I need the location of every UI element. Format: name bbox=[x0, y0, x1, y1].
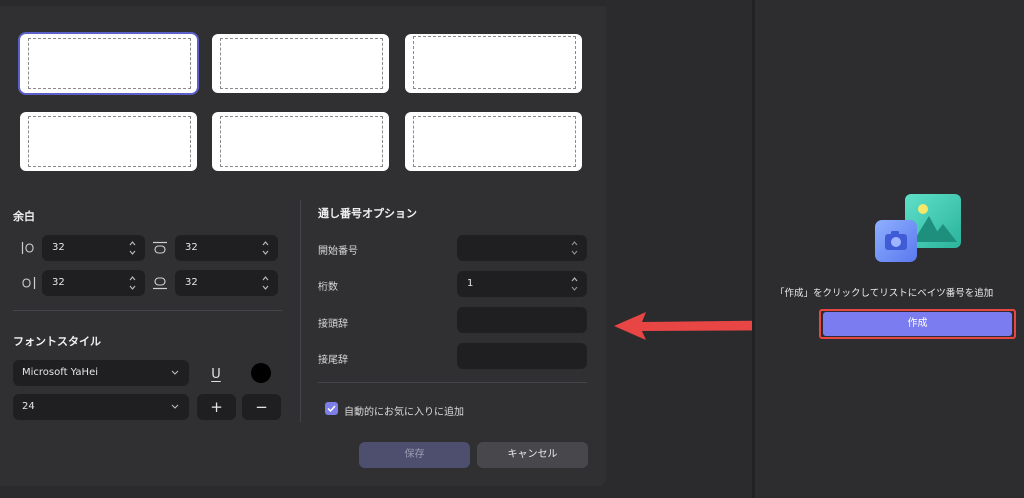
font-size-value: 24 bbox=[22, 401, 35, 412]
plus-icon: + bbox=[210, 398, 223, 416]
digits-value: 1 bbox=[467, 278, 474, 289]
section-divider bbox=[13, 310, 282, 311]
right-margin-input[interactable]: 32 bbox=[42, 270, 145, 296]
cancel-button[interactable]: キャンセル bbox=[477, 442, 588, 468]
bottom-margin-value: 32 bbox=[185, 277, 198, 288]
auto-favorite-checkbox[interactable] bbox=[325, 402, 338, 415]
font-color-swatch[interactable] bbox=[251, 363, 271, 383]
chevron-down-icon bbox=[171, 404, 179, 409]
thumb-dashed-frame bbox=[220, 116, 383, 167]
column-divider bbox=[300, 200, 301, 422]
bates-number-dialog: 余白 32 32 32 32 フォントスタイル Microsoft YaHei bbox=[0, 0, 606, 486]
thumb-dashed-frame bbox=[413, 36, 576, 89]
suffix-label: 接尾辞 bbox=[318, 355, 348, 366]
dialog-top-bar bbox=[0, 0, 606, 6]
thumb-dashed-frame bbox=[28, 116, 191, 167]
check-icon bbox=[327, 405, 336, 412]
up-down-arrows-icon[interactable] bbox=[262, 240, 269, 256]
layout-thumb-top-center[interactable] bbox=[212, 34, 389, 93]
start-number-label: 開始番号 bbox=[318, 246, 358, 257]
save-button[interactable]: 保存 bbox=[359, 442, 470, 468]
numbering-options-title: 通し番号オプション bbox=[318, 207, 417, 220]
up-down-arrows-icon[interactable] bbox=[129, 275, 136, 291]
create-button[interactable]: 作成 bbox=[823, 312, 1012, 336]
layout-thumb-top-right[interactable] bbox=[405, 34, 582, 93]
digits-input[interactable]: 1 bbox=[457, 271, 587, 297]
layout-thumb-top-left[interactable] bbox=[20, 34, 197, 93]
top-margin-input[interactable]: 32 bbox=[175, 235, 278, 261]
layout-thumb-bottom-right[interactable] bbox=[405, 112, 582, 171]
thumb-dashed-frame bbox=[28, 38, 191, 89]
underline-icon: U bbox=[211, 367, 221, 382]
left-margin-value: 32 bbox=[52, 242, 65, 253]
layout-thumb-bottom-left[interactable] bbox=[20, 112, 197, 171]
up-down-arrows-icon[interactable] bbox=[571, 276, 578, 292]
auto-favorite-label: 自動的にお気に入りに追加 bbox=[344, 407, 464, 418]
font-size-select[interactable]: 24 bbox=[13, 394, 189, 420]
create-hint-text: 「作成」をクリックしてリストにベイツ番号を追加 bbox=[775, 288, 994, 299]
up-down-arrows-icon[interactable] bbox=[571, 240, 578, 256]
font-size-increase-button[interactable]: + bbox=[197, 394, 236, 420]
digits-label: 桁数 bbox=[318, 282, 338, 293]
bottom-margin-input[interactable]: 32 bbox=[175, 270, 278, 296]
font-family-value: Microsoft YaHei bbox=[22, 367, 98, 378]
underline-button[interactable]: U bbox=[208, 363, 224, 383]
prefix-label: 接頭辞 bbox=[318, 319, 348, 330]
font-style-title: フォントスタイル bbox=[13, 335, 101, 348]
suffix-input[interactable] bbox=[457, 343, 587, 369]
bottom-margin-icon bbox=[153, 277, 167, 290]
font-size-decrease-button[interactable]: − bbox=[242, 394, 281, 420]
thumb-dashed-frame bbox=[413, 116, 576, 167]
minus-icon: − bbox=[255, 398, 268, 416]
up-down-arrows-icon[interactable] bbox=[129, 240, 136, 256]
font-family-select[interactable]: Microsoft YaHei bbox=[13, 360, 189, 386]
up-down-arrows-icon[interactable] bbox=[262, 275, 269, 291]
top-margin-value: 32 bbox=[185, 242, 198, 253]
options-divider bbox=[318, 382, 587, 383]
left-margin-icon bbox=[21, 242, 34, 254]
thumb-dashed-frame bbox=[220, 38, 383, 89]
left-margin-input[interactable]: 32 bbox=[42, 235, 145, 261]
layout-thumb-bottom-center[interactable] bbox=[212, 112, 389, 171]
prefix-input[interactable] bbox=[457, 307, 587, 333]
right-margin-icon bbox=[22, 277, 36, 289]
right-margin-value: 32 bbox=[52, 277, 65, 288]
start-number-input[interactable] bbox=[457, 235, 587, 261]
margins-title: 余白 bbox=[13, 210, 35, 223]
empty-state-illustration-icon bbox=[875, 194, 961, 262]
top-margin-icon bbox=[153, 241, 167, 254]
chevron-down-icon bbox=[171, 370, 179, 375]
